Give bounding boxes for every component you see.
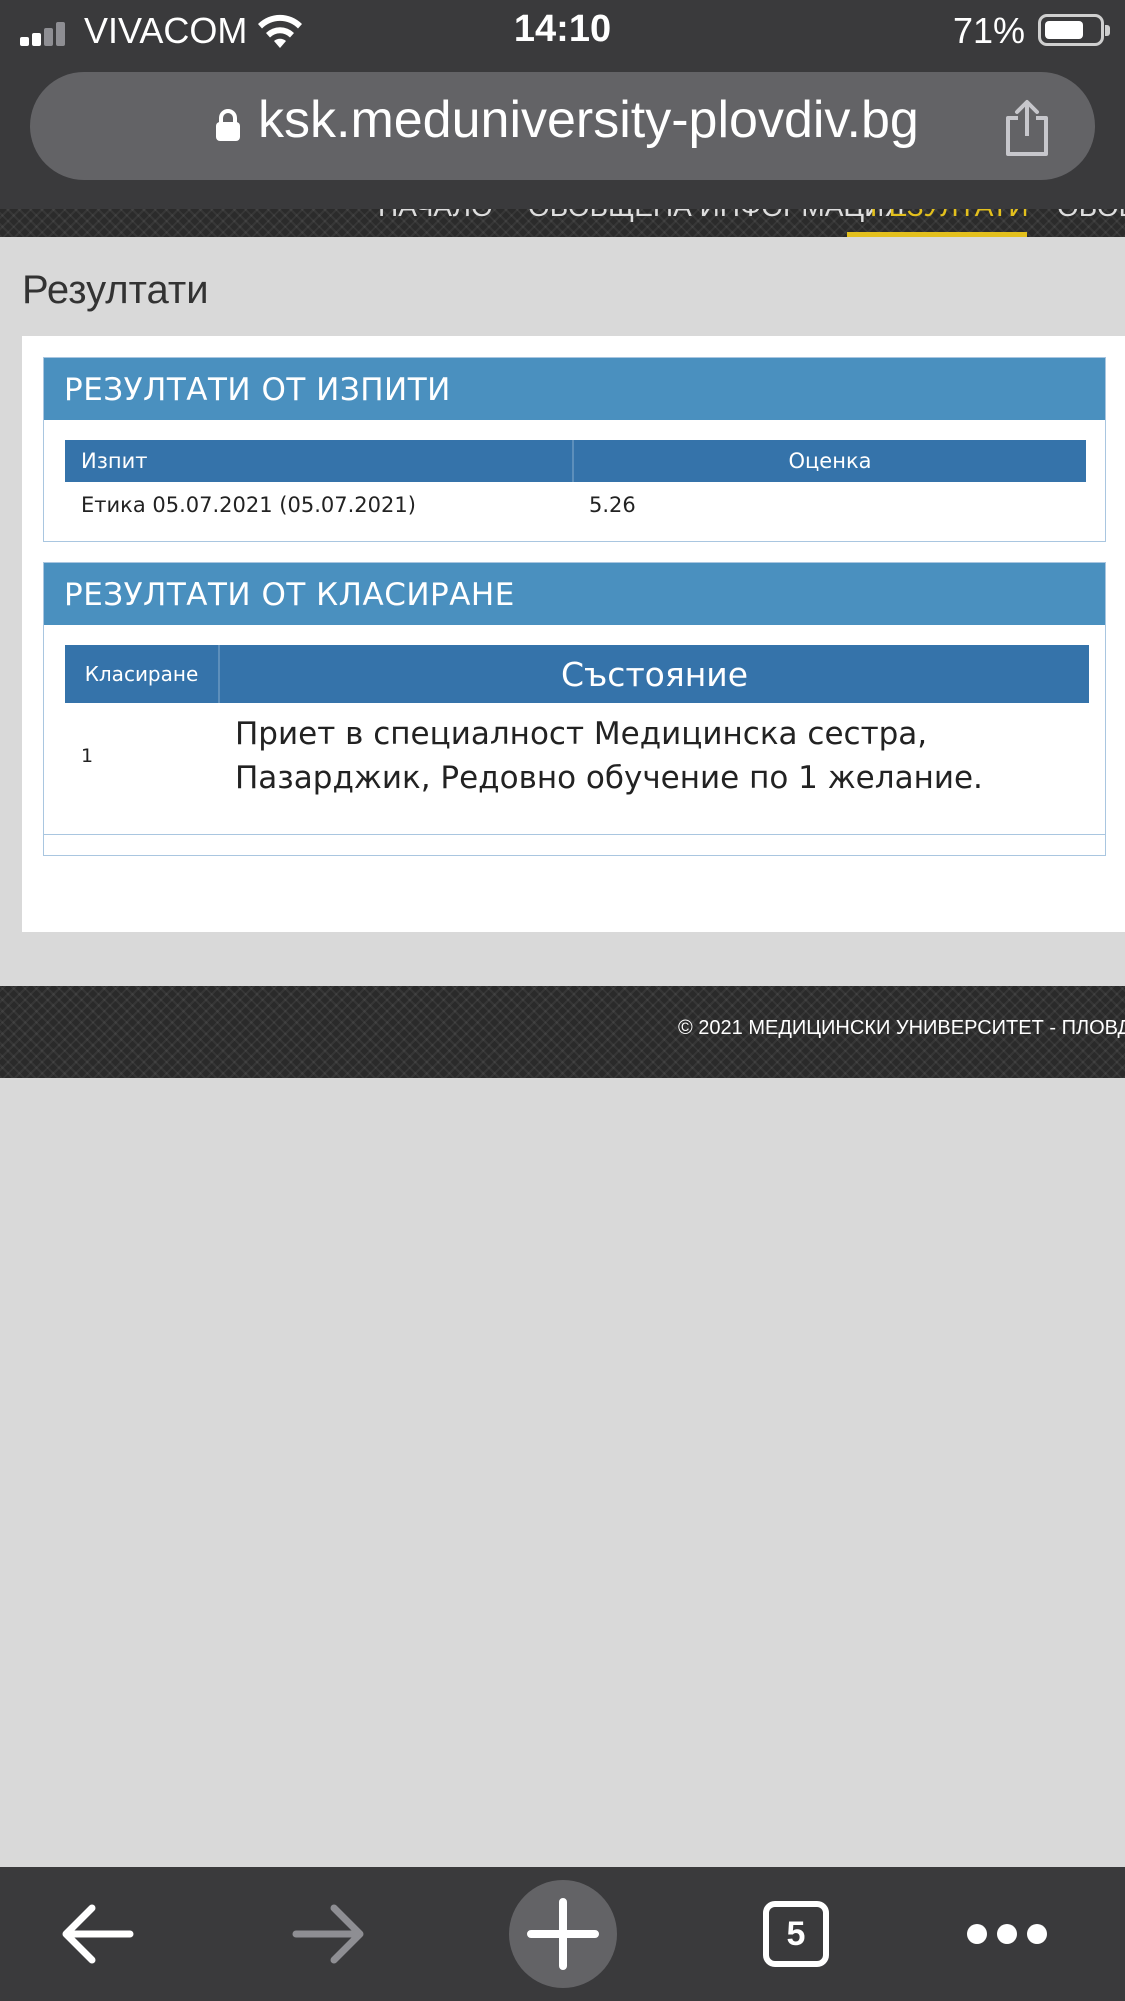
address-bar[interactable]: ksk.meduniversity-plovdiv.bg xyxy=(30,72,1095,180)
rank-cell: 1 xyxy=(81,745,94,767)
ranking-results-table: Класиране Състояние 1 Приет в специалнос… xyxy=(65,645,1089,809)
table-row: 1 Приет в специалност Медицинска сестра,… xyxy=(65,703,1089,809)
exam-name-cell: Етика 05.07.2021 (05.07.2021) xyxy=(81,493,416,517)
lock-icon xyxy=(216,109,240,141)
column-header-status: Състояние xyxy=(219,645,1089,703)
battery-icon xyxy=(1038,14,1110,46)
exam-results-table: Изпит Оценка Етика 05.07.2021 (05.07.202… xyxy=(65,440,1086,528)
forward-button[interactable] xyxy=(284,1867,376,2001)
copyright-text: © 2021 МЕДИЦИНСКИ УНИВЕРСИТЕТ - ПЛОВДИВ xyxy=(678,1017,1125,1039)
new-tab-circle xyxy=(509,1880,617,1988)
column-header-rank: Класиране xyxy=(65,645,220,703)
back-arrow-icon xyxy=(62,1904,134,1964)
table-header-row: Изпит Оценка xyxy=(65,440,1086,482)
tab-count-badge: 5 xyxy=(763,1901,829,1967)
exam-results-panel: РЕЗУЛТАТИ ОТ ИЗПИТИ Изпит Оценка Етика 0… xyxy=(43,357,1106,542)
page-title: Резултати xyxy=(22,268,209,312)
battery-fill xyxy=(1045,21,1083,39)
plus-icon xyxy=(527,1898,599,1970)
column-header-grade: Оценка xyxy=(573,440,1086,482)
ranking-results-heading: РЕЗУЛТАТИ ОТ КЛАСИРАНЕ xyxy=(44,563,1105,625)
status-bar: VIVACOM 14:10 71% xyxy=(0,0,1125,66)
site-footer: © 2021 МЕДИЦИНСКИ УНИВЕРСИТЕТ - ПЛОВДИВ xyxy=(0,986,1125,1078)
browser-top-chrome: VIVACOM 14:10 71% ksk.meduniversity-plov… xyxy=(0,0,1125,209)
column-header-exam: Изпит xyxy=(65,440,574,482)
tabs-button[interactable]: 5 xyxy=(760,1867,832,2001)
nav-active-indicator xyxy=(847,232,1027,237)
site-nav: НАЧАЛО ОБОБЩЕНА ИНФОРМАЦИЯ РЕЗУЛТАТИ ОБО… xyxy=(0,209,1125,237)
back-button[interactable] xyxy=(50,1867,142,2001)
more-dots-icon xyxy=(967,1924,1047,1944)
nav-item-summary[interactable]: ОБОБЩЕНА ИНФОРМАЦИЯ xyxy=(528,209,904,223)
battery-percent: 71% xyxy=(952,10,1025,51)
grade-cell: 5.26 xyxy=(589,493,636,517)
nav-item-more[interactable]: ОБОБ xyxy=(1057,209,1125,223)
nav-item-results[interactable]: РЕЗУЛТАТИ xyxy=(870,209,1028,223)
url-text[interactable]: ksk.meduniversity-plovdiv.bg xyxy=(258,90,919,150)
more-options-button[interactable] xyxy=(962,1867,1052,2001)
panel-divider xyxy=(44,834,1105,835)
ranking-results-panel: РЕЗУЛТАТИ ОТ КЛАСИРАНЕ Класиране Състоян… xyxy=(43,562,1106,856)
forward-arrow-icon xyxy=(292,1904,364,1964)
table-row: Етика 05.07.2021 (05.07.2021) 5.26 xyxy=(65,482,1086,528)
nav-item-home[interactable]: НАЧАЛО xyxy=(378,209,493,223)
browser-toolbar: 5 xyxy=(0,1867,1125,2001)
new-tab-button[interactable] xyxy=(509,1867,617,2001)
status-cell: Приет в специалност Медицинска сестра, П… xyxy=(235,716,983,796)
exam-results-heading: РЕЗУЛТАТИ ОТ ИЗПИТИ xyxy=(44,358,1105,420)
share-icon[interactable] xyxy=(1000,98,1054,158)
table-header-row: Класиране Състояние xyxy=(65,645,1089,703)
